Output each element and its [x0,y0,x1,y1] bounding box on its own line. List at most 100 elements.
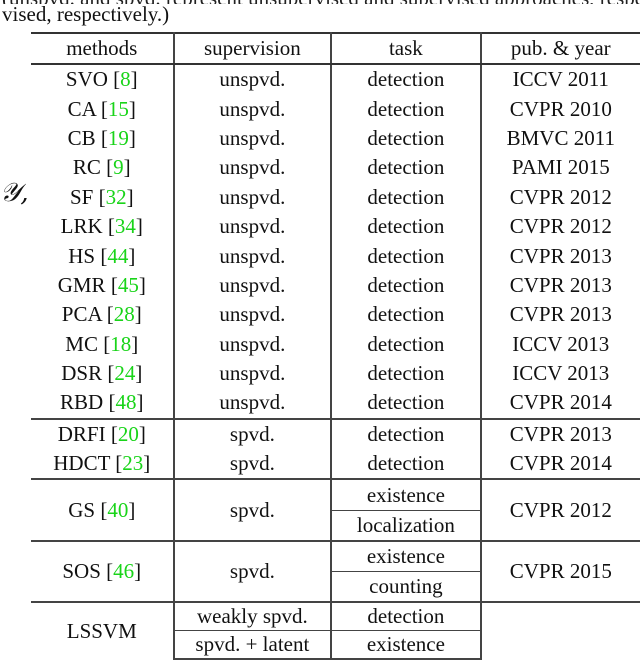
reference-link[interactable]: [19] [101,126,136,150]
task-cell: detection [331,300,482,330]
table-row: RBD [48] unspvd. detection CVPR 2014 [31,388,640,419]
reference-number[interactable]: 8 [120,67,131,91]
method-cell: PCA [28] [31,300,175,330]
method-cell: GMR [45] [31,270,175,301]
method-cell: CA [15] [31,94,175,124]
method-name: SOS [62,559,101,584]
reference-link[interactable]: [32] [99,185,134,209]
task-cell: detection [331,153,482,183]
method-cell: CB [19] [31,123,175,154]
reference-number[interactable]: 24 [114,361,135,385]
reference-link[interactable]: [48] [108,390,143,414]
venue-cell: CVPR 2012 [480,478,640,542]
reference-number[interactable]: 23 [122,451,143,475]
reference-link[interactable]: [18] [103,332,138,356]
venue-cell: ICCV 2011 [512,67,609,92]
table-row: SVO [8] unspvd. detection ICCV 2011 [31,64,640,95]
method-name: GS [68,497,96,522]
header-supervision: supervision [173,32,333,65]
reference-number[interactable]: 19 [108,126,129,150]
reference-link[interactable]: [23] [115,451,150,475]
reference-link[interactable]: [44] [100,244,135,268]
method-cell: DSR [24] [31,358,175,389]
supervision-cell: unspvd. [173,182,333,212]
gs-group: GS [40] spvd. existence CVPR 2012 locali… [31,478,640,542]
method-name: MC [65,331,98,356]
reference-link[interactable]: [28] [107,302,142,326]
methods-comparison-table: methods supervision task pub. & year SVO… [31,32,640,660]
table-row: SF [32] unspvd. detection CVPR 2012 [31,182,640,212]
method-name: RC [72,155,101,180]
table-row: GMR [45] unspvd. detection CVPR 2013 [31,270,640,301]
reference-link[interactable]: [8] [113,67,138,91]
venue-cell [480,601,640,660]
task-cell: detection [331,182,482,212]
method-name: GMR [57,272,106,297]
table-row: PCA [28] unspvd. detection CVPR 2013 [31,300,640,330]
reference-link[interactable]: [46] [106,559,141,583]
venue-cell: CVPR 2013 [509,272,612,297]
venue-cell: ICCV 2013 [512,361,610,386]
task-cell: detection [331,123,482,154]
task-cell: detection [331,211,482,242]
table-row: SOS [46] spvd. existence CVPR 2015 [31,540,640,603]
supervision-cell: unspvd. [173,358,333,389]
task-cell: detection [331,449,482,480]
method-name: RBD [60,390,104,415]
method-name: CA [67,96,96,121]
reference-number[interactable]: 28 [114,302,135,326]
task-cell: existence [331,540,482,572]
task-cell: detection [331,329,482,359]
reference-number[interactable]: 32 [106,185,127,209]
supervision-cell: unspvd. [173,329,333,359]
header-methods: methods [31,32,175,65]
reference-number[interactable]: 9 [113,155,124,179]
reference-number[interactable]: 15 [108,97,129,121]
supervision-cell: spvd. + latent [173,630,333,660]
reference-number[interactable]: 48 [115,390,136,414]
table-row: DRFI [20] spvd. detection CVPR 2013 [31,417,640,450]
reference-number[interactable]: 20 [118,422,139,446]
reference-number[interactable]: 34 [115,214,136,238]
method-cell: GS [40] [31,478,175,542]
reference-link[interactable]: [24] [107,361,142,385]
reference-number[interactable]: 18 [110,332,131,356]
method-cell: SF [32] [31,182,175,212]
venue-cell: CVPR 2010 [509,96,612,121]
reference-link[interactable]: [40] [100,498,135,522]
table-row: HS [44] unspvd. detection CVPR 2013 [31,241,640,271]
method-cell: MC [18] [31,329,175,359]
method-cell: DRFI [20] [31,417,175,450]
supervision-cell: unspvd. [173,270,333,301]
method-cell: RBD [48] [31,388,175,419]
reference-number[interactable]: 46 [113,559,134,583]
reference-number[interactable]: 45 [118,273,139,297]
method-name: HDCT [53,451,111,476]
reference-link[interactable]: [15] [101,97,136,121]
task-cell: existence [331,478,482,511]
header-pub-year: pub. & year [480,32,640,65]
supervised-group: DRFI [20] spvd. detection CVPR 2013 HDCT [23… [31,417,640,480]
method-cell: HDCT [23] [31,449,175,480]
header-row: methods supervision task pub. & year [31,32,640,65]
venue-cell: CVPR 2012 [509,184,612,209]
reference-link[interactable]: [9] [106,155,131,179]
task-cell: detection [331,358,482,389]
reference-link[interactable]: [45] [111,273,146,297]
reference-number[interactable]: 40 [107,498,128,522]
task-cell: localization [331,509,482,542]
method-cell: RC [9] [31,153,175,183]
method-name: DSR [61,361,103,386]
venue-cell: CVPR 2013 [509,243,612,268]
method-name: PCA [61,302,102,327]
reference-link[interactable]: [20] [111,422,146,446]
method-name: SF [69,184,94,209]
reference-number[interactable]: 44 [107,244,128,268]
supervision-cell: spvd. [173,417,333,450]
task-cell: detection [331,601,482,631]
header-task: task [331,32,482,65]
table-row: RC [9] unspvd. detection PAMI 2015 [31,153,640,183]
venue-cell: PAMI 2015 [511,155,610,180]
reference-link[interactable]: [34] [108,214,143,238]
supervision-cell: unspvd. [173,211,333,242]
